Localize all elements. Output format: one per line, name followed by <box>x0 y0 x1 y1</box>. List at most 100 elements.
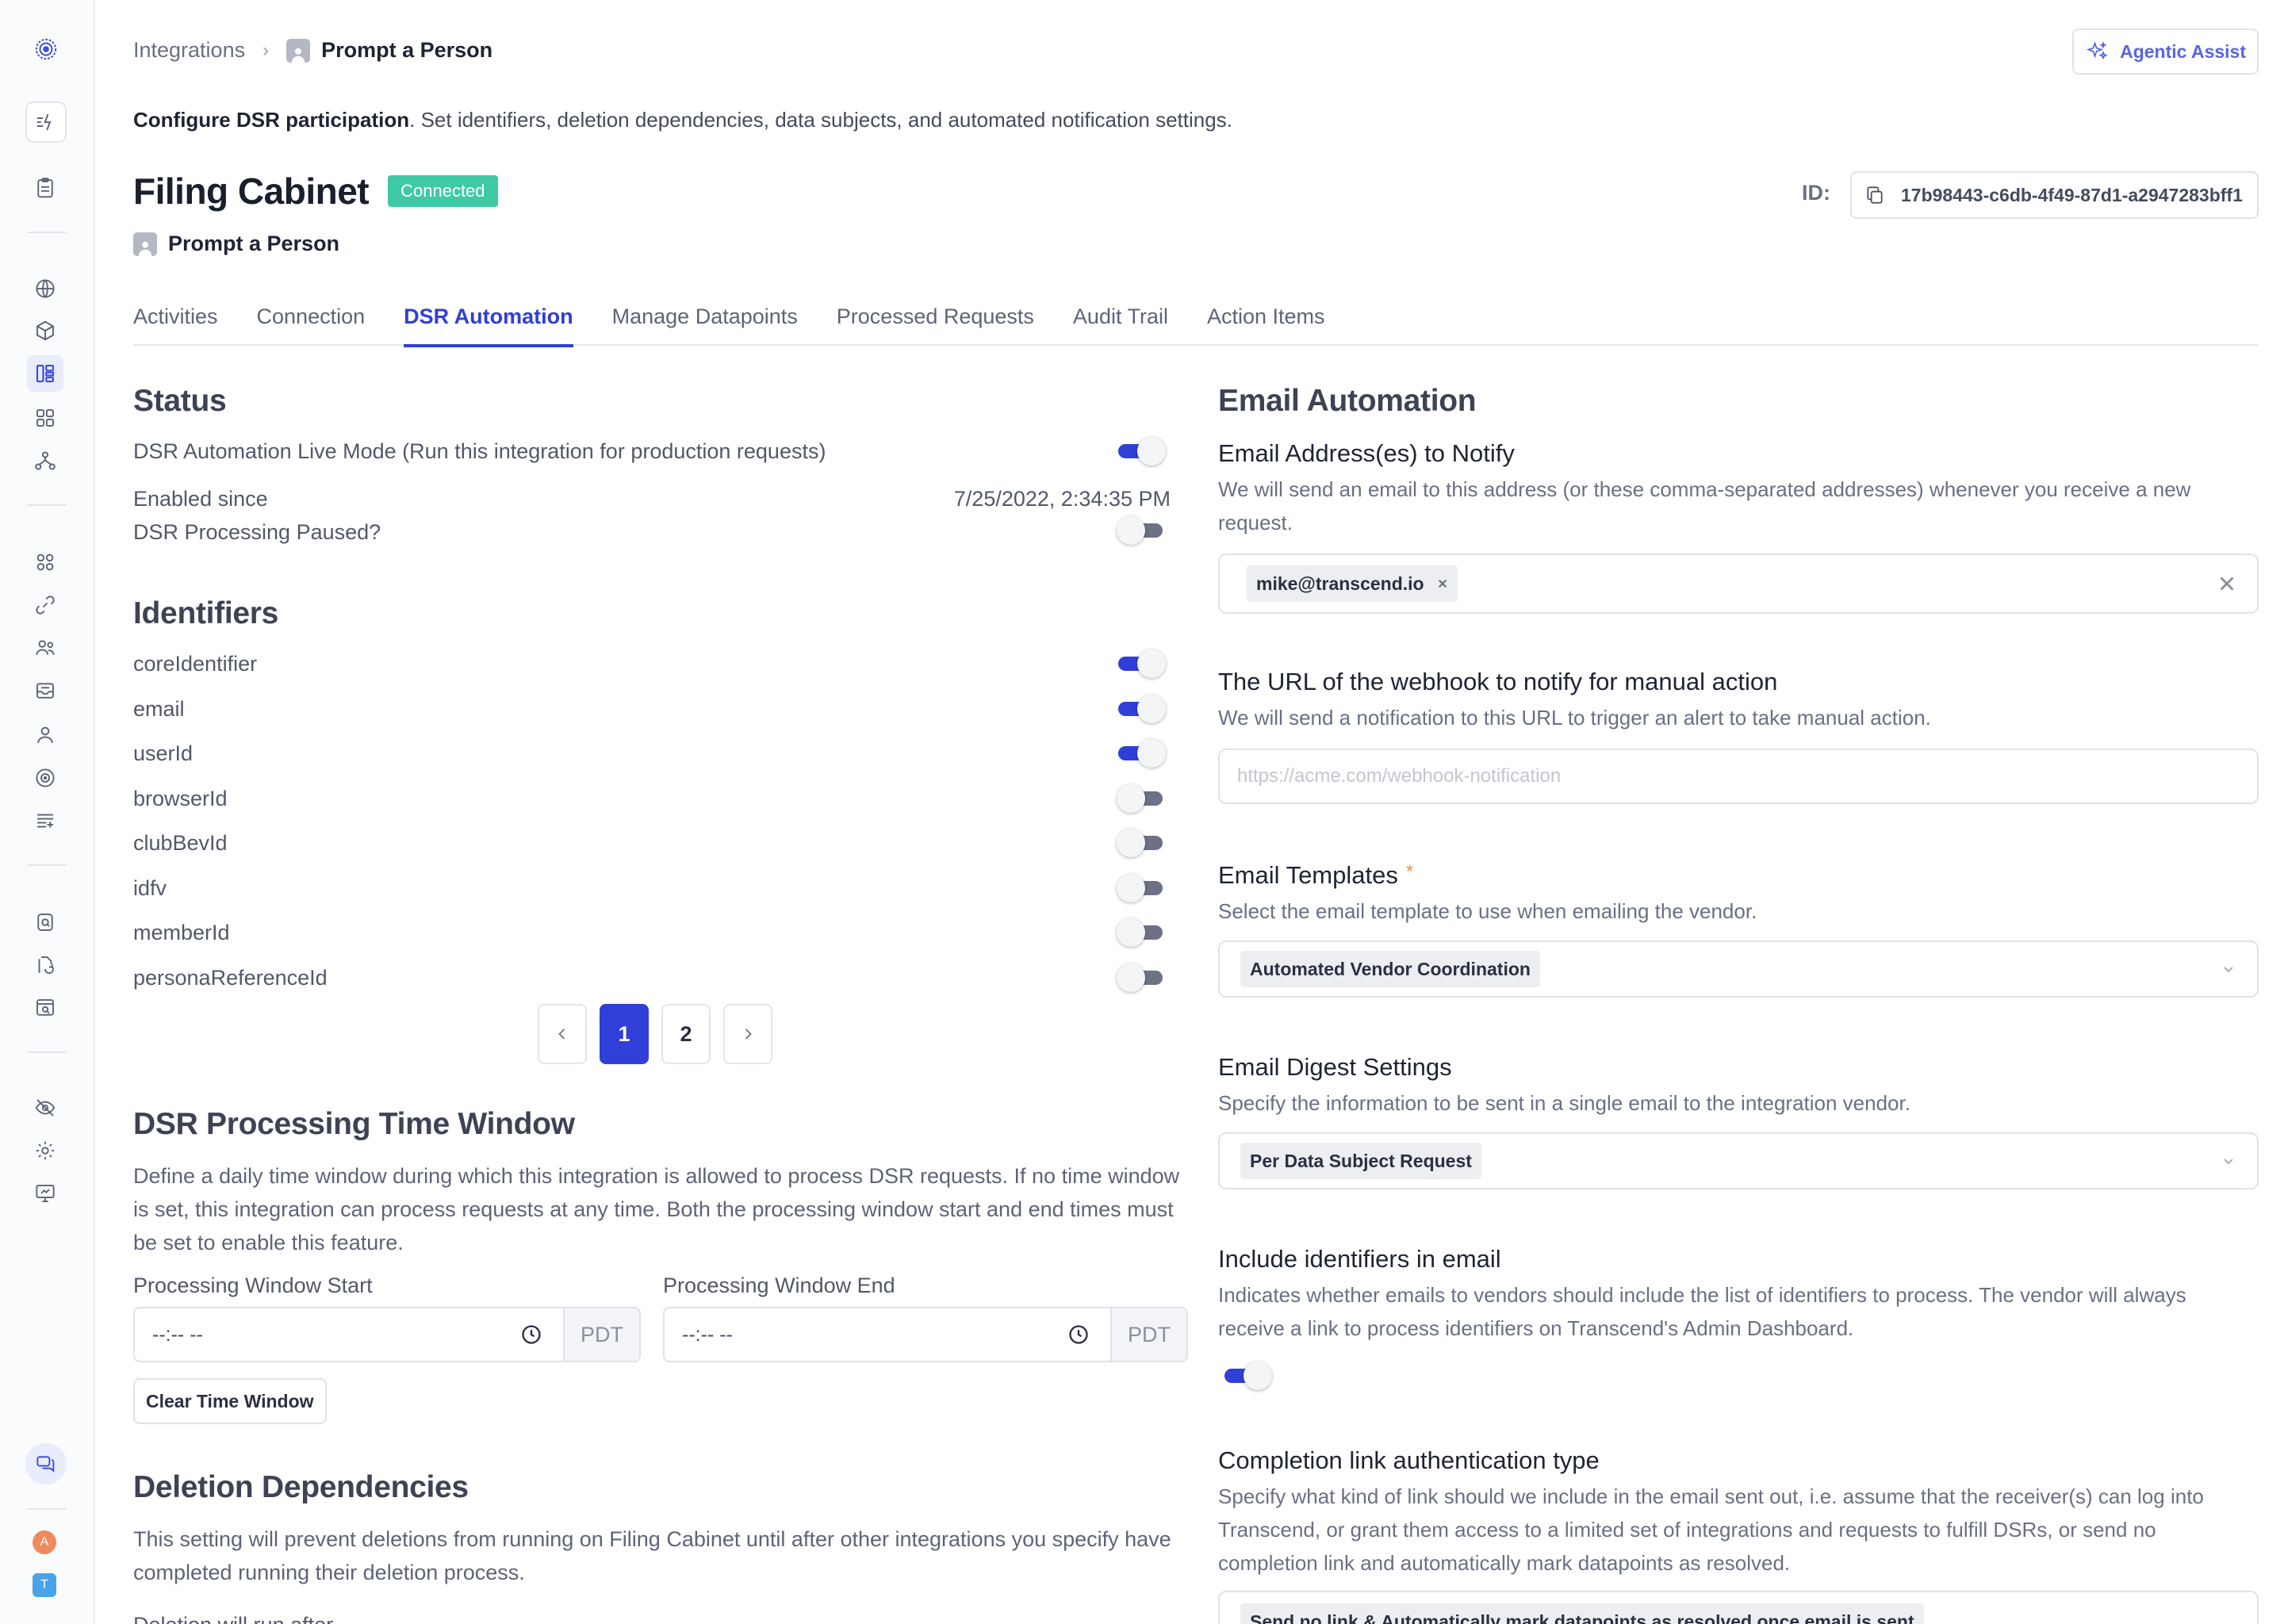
grid-icon[interactable] <box>30 403 60 433</box>
page-description-bold: Configure DSR participation <box>133 108 410 132</box>
tab-bar: Activities Connection DSR Automation Man… <box>133 304 2259 347</box>
clipboard-icon[interactable] <box>30 173 60 203</box>
page-1-button[interactable]: 1 <box>600 1004 649 1064</box>
close-icon[interactable] <box>1437 578 1448 589</box>
time-window-heading: DSR Processing Time Window <box>133 1107 575 1141</box>
clear-icon[interactable] <box>2217 574 2236 593</box>
identifier-label: idfv <box>133 876 167 900</box>
refresh-document-icon[interactable] <box>30 950 60 980</box>
chevron-down-icon <box>2221 1621 2236 1624</box>
enabled-since-value: 7/25/2022, 2:34:35 PM <box>953 487 1171 511</box>
identifier-label: coreIdentifier <box>133 652 258 676</box>
email-chip: mike@transcend.io <box>1247 565 1458 602</box>
webhook-placeholder: https://acme.com/webhook-notification <box>1237 765 1562 787</box>
identifier-label: email <box>133 697 185 721</box>
clear-time-window-button[interactable]: Clear Time Window <box>133 1378 327 1424</box>
webhook-input[interactable]: https://acme.com/webhook-notification <box>1218 749 2259 804</box>
breadcrumb-separator: › <box>263 39 270 61</box>
integrations-icon[interactable] <box>27 355 63 392</box>
logo-icon[interactable] <box>29 32 63 67</box>
include-ids-toggle[interactable] <box>1223 1359 1272 1391</box>
breadcrumb: Integrations › Prompt a Person <box>133 38 492 63</box>
id-copy-field[interactable]: 17b98443-c6db-4f49-87d1-a2947283bff1 <box>1850 171 2259 219</box>
include-ids-help: Indicates whether emails to vendors shou… <box>1218 1283 2186 1340</box>
identifier-toggle[interactable] <box>1117 826 1166 858</box>
window-start-value: --:-- -- <box>152 1323 203 1346</box>
clock-icon[interactable] <box>1067 1323 1090 1346</box>
gear-icon[interactable] <box>30 1136 60 1166</box>
completion-label: Completion link authentication type <box>1218 1446 1600 1474</box>
identifier-label: browserId <box>133 787 228 810</box>
agentic-assist-button[interactable]: Agentic Assist <box>2072 29 2259 75</box>
id-label: ID: <box>1802 181 1830 205</box>
title-row: Filing Cabinet Connected <box>133 170 498 213</box>
required-marker: * <box>1405 861 1414 883</box>
identifier-toggle[interactable] <box>1117 916 1166 948</box>
window-end-input[interactable]: --:-- -- PDT <box>663 1307 1188 1362</box>
tab-manage-datapoints[interactable]: Manage Datapoints <box>612 304 798 346</box>
window-start-input[interactable]: --:-- -- PDT <box>133 1307 641 1362</box>
users-icon[interactable] <box>30 633 60 663</box>
chevron-left-icon <box>558 1028 565 1040</box>
completion-selected: Send no link & Automatically mark datapo… <box>1240 1603 1924 1624</box>
prev-page-button[interactable] <box>538 1004 587 1064</box>
timezone-suffix: PDT <box>1110 1308 1186 1361</box>
browser-search-icon[interactable] <box>30 993 60 1023</box>
user-icon[interactable] <box>30 720 60 750</box>
identifier-label: personaReferenceId <box>133 966 328 990</box>
deletion-description: This setting will prevent deletions from… <box>133 1527 1171 1584</box>
digest-select[interactable]: Per Data Subject Request <box>1218 1132 2259 1189</box>
live-mode-toggle[interactable] <box>1117 435 1166 466</box>
avatar-a[interactable]: A <box>33 1530 56 1554</box>
completion-select[interactable]: Send no link & Automatically mark datapo… <box>1218 1591 2259 1624</box>
identifier-toggle[interactable] <box>1117 737 1166 768</box>
page-2-button[interactable]: 2 <box>661 1004 711 1064</box>
inbox-icon[interactable] <box>30 676 60 706</box>
identifier-toggle[interactable] <box>1117 782 1166 814</box>
chevron-right-icon <box>745 1028 752 1040</box>
tab-dsr-automation[interactable]: DSR Automation <box>404 304 574 347</box>
window-end-value: --:-- -- <box>682 1323 733 1346</box>
live-mode-label: DSR Automation Live Mode (Run this integ… <box>133 439 826 463</box>
tab-processed-requests[interactable]: Processed Requests <box>837 304 1034 346</box>
identifier-toggle[interactable] <box>1117 647 1166 679</box>
next-page-button[interactable] <box>723 1004 772 1064</box>
globe-icon[interactable] <box>30 274 60 304</box>
compass-icon[interactable] <box>30 763 60 793</box>
identifier-toggle[interactable] <box>1117 692 1166 724</box>
breadcrumb-integrations[interactable]: Integrations <box>133 38 245 63</box>
time-window-description: Define a daily time window during which … <box>133 1164 1180 1254</box>
tab-audit-trail[interactable]: Audit Trail <box>1073 304 1168 346</box>
presentation-icon[interactable] <box>30 1178 60 1208</box>
apps-icon[interactable] <box>30 547 60 577</box>
avatar-t[interactable]: T <box>33 1573 56 1597</box>
copy-icon[interactable] <box>1864 185 1885 205</box>
notify-email-input[interactable]: mike@transcend.io <box>1218 553 2259 614</box>
templates-label-text: Email Templates <box>1218 861 1398 889</box>
identifier-toggle[interactable] <box>1117 871 1166 903</box>
templates-selected: Automated Vendor Coordination <box>1240 951 1540 987</box>
email-chip-label: mike@transcend.io <box>1256 573 1424 594</box>
link-icon[interactable] <box>30 590 60 620</box>
main-content: Integrations › Prompt a Person Agentic A… <box>133 0 2259 1624</box>
tab-action-items[interactable]: Action Items <box>1207 304 1325 346</box>
hierarchy-icon[interactable] <box>30 446 60 476</box>
tab-activities[interactable]: Activities <box>133 304 218 346</box>
list-add-icon[interactable] <box>30 806 60 836</box>
chevron-down-icon <box>2224 1159 2233 1165</box>
pagination: 1 2 <box>538 1004 785 1064</box>
identifiers-heading: Identifiers <box>133 596 279 630</box>
clock-icon[interactable] <box>520 1323 542 1346</box>
tab-connection[interactable]: Connection <box>257 304 366 346</box>
document-search-icon[interactable] <box>30 907 60 937</box>
identifier-toggle[interactable] <box>1117 961 1166 993</box>
chat-icon[interactable] <box>25 1443 67 1484</box>
eye-off-icon[interactable] <box>30 1093 60 1123</box>
activity-icon[interactable] <box>25 102 67 143</box>
templates-select[interactable]: Automated Vendor Coordination <box>1218 940 2259 998</box>
paused-toggle[interactable] <box>1117 514 1166 546</box>
sparkle-icon <box>2087 40 2108 60</box>
integration-subtitle: Prompt a Person <box>133 232 339 256</box>
cube-icon[interactable] <box>30 316 60 346</box>
notify-help: We will send an email to this address (o… <box>1218 477 2191 534</box>
